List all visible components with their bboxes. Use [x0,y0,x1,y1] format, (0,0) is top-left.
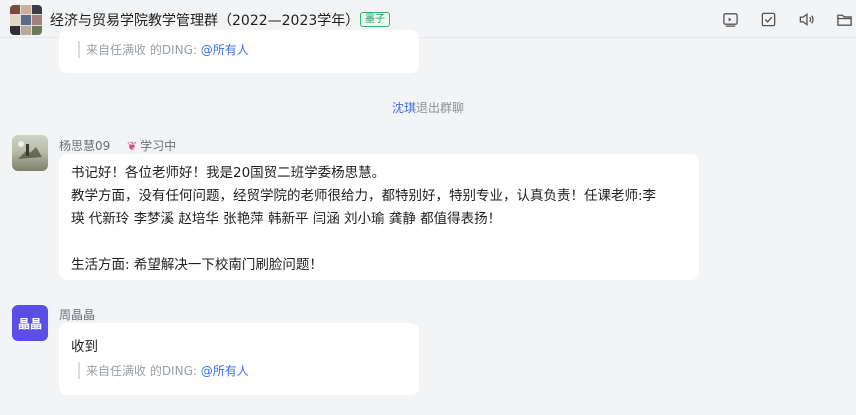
group-avatar-tile [10,15,20,25]
group-avatar-tile [21,15,31,25]
user-status: ❦ 学习中 [127,137,176,154]
group-avatar-tile [32,5,42,15]
sender-name[interactable]: 杨思慧09 [59,137,110,154]
sender-name[interactable]: 周晶晶 [59,306,95,323]
status-text: 学习中 [140,139,177,153]
group-title[interactable]: 经济与贸易学院教学管理群（2022—2023学年） [50,10,359,30]
group-avatar[interactable] [10,5,42,35]
screen-share-icon[interactable] [721,10,739,28]
message-text: 书记好！各位老师好！我是20国贸二班学委杨思慧。 教学方面，没有任何问题，经贸学… [71,162,693,277]
group-avatar-tile [10,25,20,35]
system-notice: 沈琪退出群聊 [0,99,856,116]
message-line: 教学方面，没有任何问题，经贸学院的老师很给力，都特别好，特别专业，认真负责！任课… [71,188,657,204]
ding-prefix: 来自任满收 的DING: [86,43,201,57]
speaker-icon[interactable] [797,10,815,28]
group-avatar-tile [21,25,31,35]
system-notice-text: 退出群聊 [416,101,465,115]
folder-icon[interactable] [835,10,853,28]
ding-prefix: 来自任满收 的DING: [86,364,201,378]
mention-all-link[interactable]: @所有人 [201,364,249,378]
status-heart-icon: ❦ [127,139,138,153]
group-avatar-tile [32,25,42,35]
message-bubble-yang[interactable]: 书记好！各位老师好！我是20国贸二班学委杨思慧。 教学方面，没有任何问题，经贸学… [59,154,699,280]
message-line: 生活方面: 希望解决一下校南门刷脸问题！ [71,257,323,273]
mention-all-link[interactable]: @所有人 [201,43,249,57]
ding-info: 来自任满收 的DING: @所有人 [78,362,249,379]
message-bubble-previous[interactable]: 来自任满收 的DING: @所有人 [59,30,419,73]
avatar-zhou[interactable]: 晶晶 [12,305,48,341]
checkbox-icon[interactable] [759,10,777,28]
group-avatar-tile [32,15,42,25]
group-tag-badge: 墨子 [360,12,390,27]
message-line: 书记好！各位老师好！我是20国贸二班学委杨思慧。 [71,165,386,181]
message-line: 瑛 代新玲 李梦溪 赵培华 张艳萍 韩新平 闫涵 刘小瑜 龚静 都值得表扬！ [71,211,502,227]
message-line [71,231,693,254]
message-bubble-zhou[interactable]: 收到 来自任满收 的DING: @所有人 [59,323,419,395]
ding-info: 来自任满收 的DING: @所有人 [78,41,249,58]
avatar-yang[interactable] [12,135,48,171]
message-text: 收到 [71,339,98,355]
group-avatar-tile [21,5,31,15]
group-avatar-tile [10,5,20,15]
system-notice-actor[interactable]: 沈琪 [392,101,416,115]
